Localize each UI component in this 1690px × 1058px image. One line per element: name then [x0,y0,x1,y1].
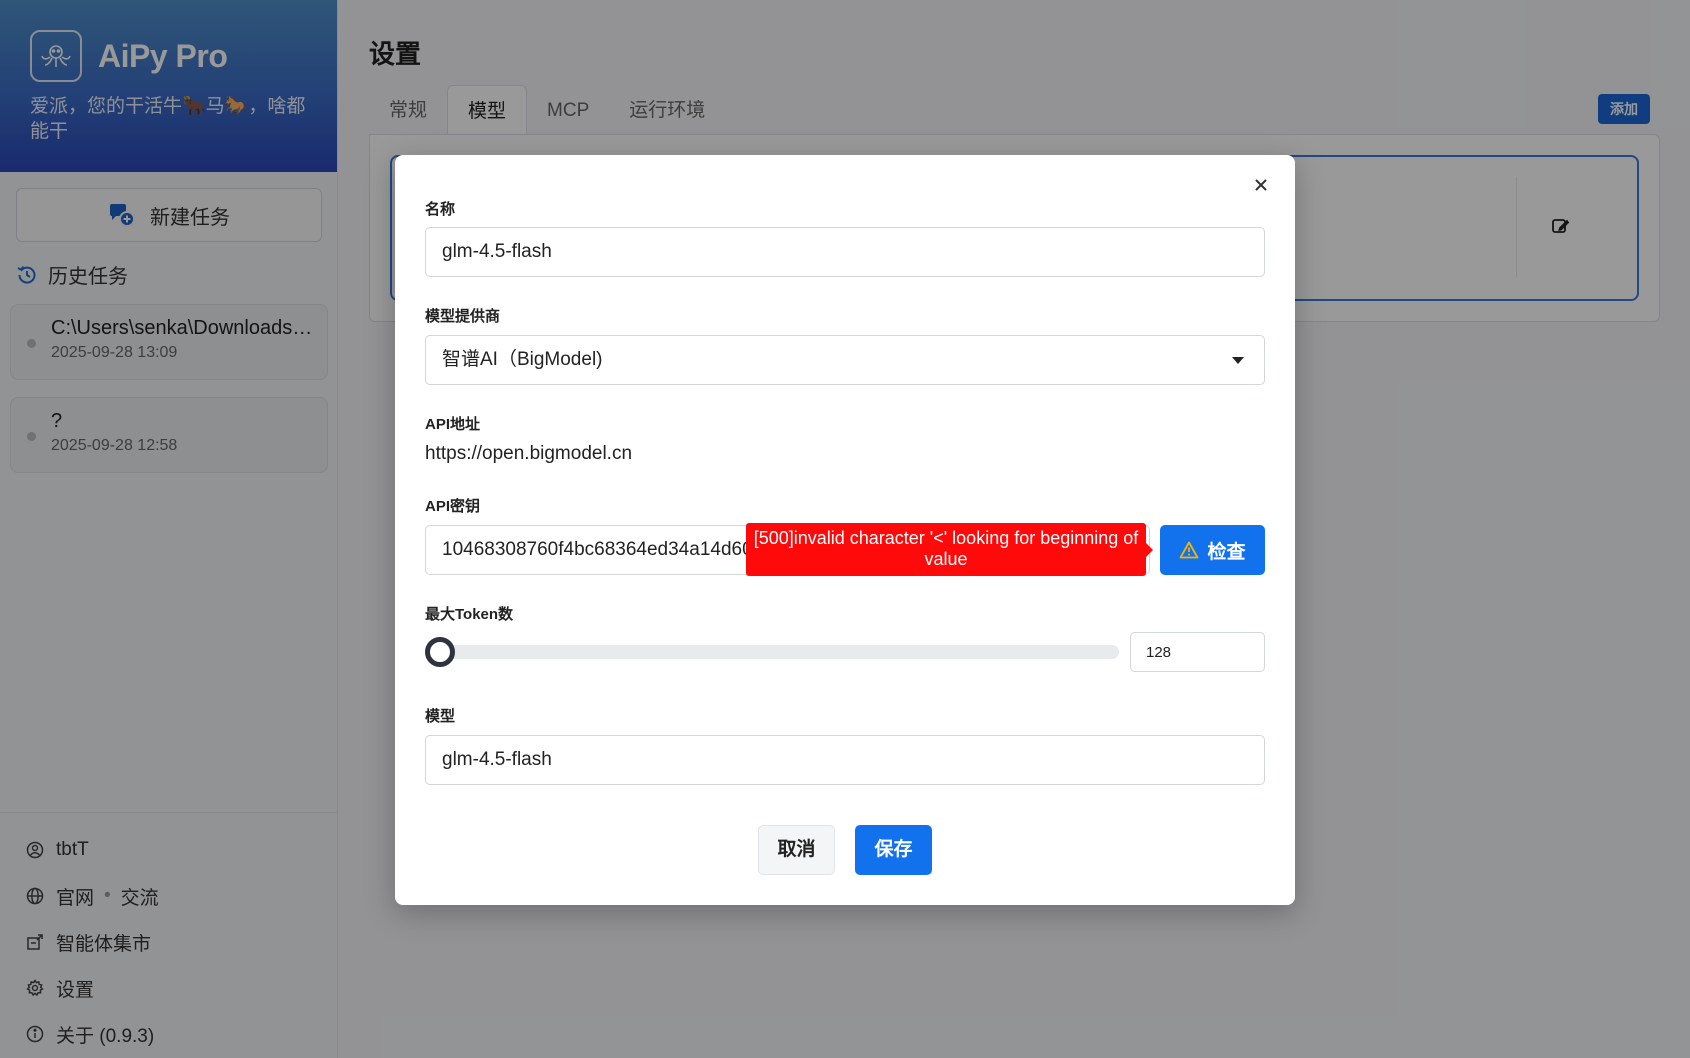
name-label: 名称 [425,201,456,218]
model-edit-dialog: 名称 模型提供商 智谱AI（BigModel) API地址 https://op… [395,155,1295,905]
provider-select[interactable]: 智谱AI（BigModel) [425,335,1265,385]
check-label: 检查 [1207,541,1246,563]
model-input[interactable] [425,735,1265,785]
error-tooltip: [500]invalid character '<' looking for b… [746,523,1153,576]
cancel-button[interactable]: 取消 [758,825,835,875]
api-url-label: API地址 [425,416,481,433]
provider-label: 模型提供商 [425,308,501,325]
caret-down-icon [1232,357,1244,364]
model-label: 模型 [425,708,456,725]
max-token-slider[interactable] [425,637,1119,667]
save-button[interactable]: 保存 [855,825,932,875]
slider-handle[interactable] [425,637,455,667]
max-token-label: 最大Token数 [425,606,514,623]
provider-value: 智谱AI（BigModel) [442,349,603,370]
name-input[interactable] [425,227,1265,277]
api-key-label: API密钥 [425,498,481,515]
api-url-value: https://open.bigmodel.cn [425,443,633,464]
warning-icon [1180,541,1199,559]
max-token-input[interactable] [1130,632,1265,672]
close-icon[interactable] [1249,173,1273,197]
check-api-key-button[interactable]: 检查 [1160,525,1265,575]
api-key-value: 10468308760f4bc68364ed34a14d60 [442,539,753,560]
